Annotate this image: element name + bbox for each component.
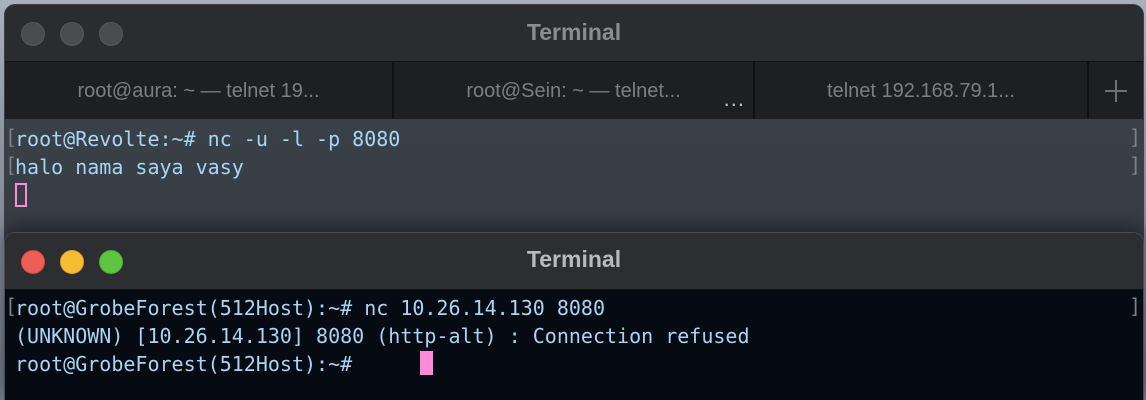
window-title: Terminal	[526, 19, 622, 45]
tab-label: root@aura: ~ — telnet 19...	[77, 79, 320, 102]
line-bracket: ]	[1128, 294, 1141, 318]
terminal-line: root@GrobeForest(512Host):~# nc 10.26.14…	[15, 296, 606, 320]
tab-sein[interactable]: root@Sein: ~ — telnet... ...	[394, 62, 755, 120]
tab-telnet[interactable]: telnet 192.168.79.1...	[755, 62, 1089, 120]
title-bar[interactable]: Terminal	[5, 5, 1143, 61]
terminal-output[interactable]: [ ] root@GrobeForest(512Host):~# nc 10.2…	[5, 290, 1143, 400]
line-bracket: ]	[1128, 125, 1141, 149]
terminal-line: root@GrobeForest(512Host):~#	[15, 352, 365, 376]
plus-icon	[1105, 80, 1127, 102]
text-cursor	[15, 183, 27, 207]
tab-label: root@Sein: ~ — telnet...	[466, 79, 681, 102]
terminal-line: (UNKNOWN) [10.26.14.130] 8080 (http-alt)…	[15, 324, 750, 348]
line-bracket: ]	[1128, 153, 1141, 177]
tab-aura[interactable]: root@aura: ~ — telnet 19...	[5, 62, 394, 120]
text-cursor	[420, 351, 433, 375]
title-bar[interactable]: Terminal	[5, 233, 1143, 290]
terminal-line: halo nama saya vasy	[15, 155, 244, 179]
terminal-line: root@Revolte:~# nc -u -l -p 8080	[15, 127, 401, 151]
ellipsis-icon[interactable]: ...	[724, 86, 745, 112]
tab-label: telnet 192.168.79.1...	[827, 79, 1015, 102]
new-tab-button[interactable]	[1089, 62, 1143, 120]
terminal-window-front[interactable]: Terminal [ ] root@GrobeForest(512Host):~…	[5, 233, 1143, 400]
tab-bar: root@aura: ~ — telnet 19... root@Sein: ~…	[5, 61, 1143, 120]
window-title: Terminal	[526, 246, 622, 272]
